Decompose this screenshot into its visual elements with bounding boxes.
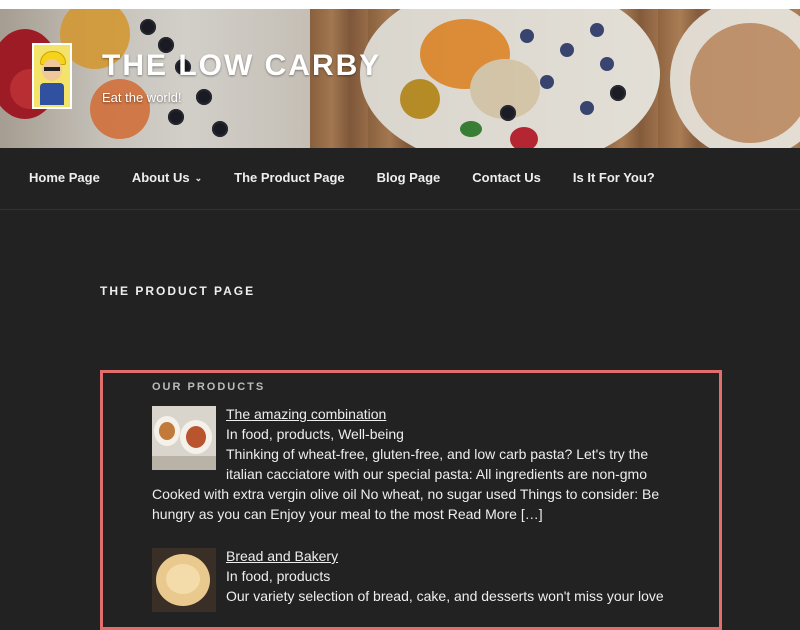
nav-item-label: About Us (131, 170, 190, 185)
product-categories: In food, products, Well-being (226, 426, 404, 442)
site-logo[interactable] (32, 43, 72, 109)
page-title: THE PRODUCT PAGE (100, 284, 256, 298)
nav-item-product-page[interactable]: The Product Page (234, 170, 345, 185)
nav-item-contact[interactable]: Contact Us (472, 170, 541, 185)
product-categories: In food, products (226, 568, 331, 584)
product-item: The amazing combination In food, product… (152, 404, 672, 524)
nav-item-label: Home Page (29, 170, 100, 185)
chevron-down-icon: ⌄ (194, 173, 203, 183)
site-header: THE LOW CARBY Eat the world! (0, 9, 800, 148)
nav-item-home[interactable]: Home Page (29, 170, 100, 185)
table-image (152, 456, 216, 470)
product-item: Bread and Bakery In food, products Our v… (152, 546, 672, 612)
browser-top-strip (0, 0, 800, 9)
logo-body (40, 83, 64, 105)
bread-image (166, 564, 200, 594)
nav-item-label: The Product Page (234, 170, 345, 185)
nav-item-label: Is It For You? (572, 170, 655, 185)
nav-item-label: Contact Us (472, 170, 541, 185)
product-thumbnail[interactable] (152, 406, 216, 470)
product-excerpt: Thinking of wheat-free, gluten-free, and… (152, 446, 660, 522)
site-tagline: Eat the world! (102, 90, 182, 105)
nav-item-about[interactable]: About Us ⌄ (132, 170, 202, 185)
products-heading: OUR PRODUCTS (152, 381, 266, 393)
food-image (186, 426, 206, 448)
product-excerpt: Our variety selection of bread, cake, an… (226, 588, 664, 604)
product-thumbnail[interactable] (152, 548, 216, 612)
product-title-link[interactable]: Bread and Bakery (226, 548, 338, 564)
site-title[interactable]: THE LOW CARBY (102, 49, 381, 83)
main-navigation: Home Page About Us ⌄ The Product Page Blo… (0, 148, 800, 210)
logo-glasses (44, 67, 60, 71)
product-title-link[interactable]: The amazing combination (226, 406, 386, 422)
food-image (159, 422, 175, 440)
nav-item-blog[interactable]: Blog Page (377, 170, 441, 185)
nav-item-label: Blog Page (376, 170, 441, 185)
nav-item-is-it-for-you[interactable]: Is It For You? (573, 170, 655, 185)
